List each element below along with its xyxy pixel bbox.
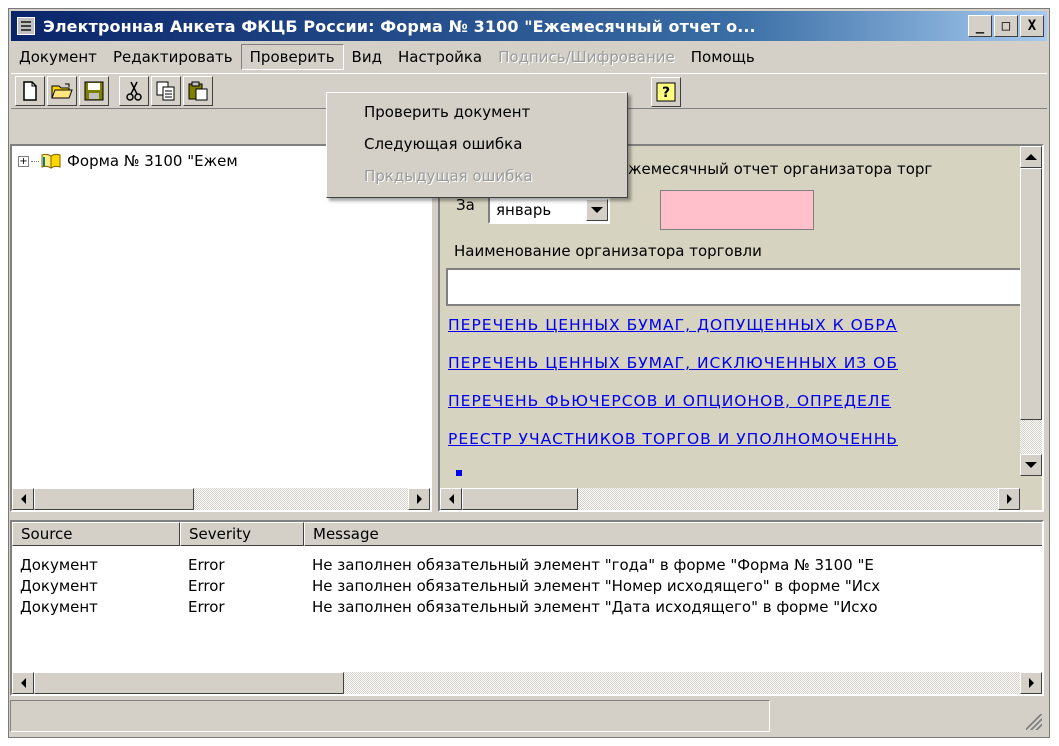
column-severity[interactable]: Severity — [180, 522, 304, 546]
message-severity: Error — [188, 577, 225, 595]
messages-hscrollbar[interactable] — [12, 672, 1042, 694]
messages-list: Source Severity Message Документ Error Н… — [10, 520, 1044, 696]
status-panel — [10, 700, 770, 732]
tree-root[interactable]: + Форма № 3100 "Ежем — [18, 152, 238, 170]
org-name-label: Наименование организатора торговли — [454, 242, 762, 260]
expand-icon[interactable]: + — [18, 155, 29, 167]
close-button[interactable]: X — [1020, 15, 1044, 37]
menu-item-check-document[interactable]: Проверить документ — [364, 103, 530, 121]
message-source: Документ — [20, 556, 98, 574]
form-heading: жемесячный отчет организатора торг — [628, 160, 933, 178]
link-futures-options[interactable]: ПЕРЕЧЕНЬ ФЬЮЧЕРСОВ И ОПЦИОНОВ, ОПРЕДЕЛЕ — [448, 392, 891, 410]
new-file-icon[interactable] — [15, 76, 45, 106]
menu-help[interactable]: Помощь — [683, 45, 763, 69]
column-source[interactable]: Source — [12, 522, 180, 546]
scroll-down-button[interactable] — [1020, 454, 1042, 476]
message-text: Не заполнен обязательный элемент "Номер … — [312, 577, 881, 595]
app-icon — [17, 17, 35, 35]
message-severity: Error — [188, 598, 225, 616]
menu-check[interactable]: Проверить — [240, 44, 344, 70]
open-folder-icon[interactable] — [47, 76, 77, 106]
message-severity: Error — [188, 556, 225, 574]
scroll-thumb[interactable] — [1020, 168, 1042, 420]
save-icon[interactable] — [79, 76, 109, 106]
year-field[interactable] — [660, 190, 814, 230]
scroll-thumb[interactable] — [34, 488, 194, 510]
scroll-left-button[interactable] — [440, 488, 462, 510]
window-title: Электронная Анкета ФКЦБ России: Форма № … — [43, 16, 756, 36]
scroll-thumb[interactable] — [34, 672, 344, 694]
menu-bar: Документ Редактировать Проверить Вид Нас… — [11, 43, 1047, 71]
maximize-button[interactable]: □ — [994, 15, 1018, 37]
scroll-left-button[interactable] — [12, 672, 34, 694]
book-icon — [41, 153, 61, 169]
check-menu-dropdown: Проверить документ Следующая ошибка Пркд… — [326, 92, 628, 198]
org-name-input[interactable] — [446, 268, 1034, 306]
scroll-left-button[interactable] — [12, 488, 34, 510]
svg-text:?: ? — [662, 85, 670, 101]
period-label: За — [456, 196, 475, 214]
scroll-up-button[interactable] — [1020, 146, 1042, 168]
menu-sign-encrypt: Подпись/Шифрование — [498, 48, 675, 66]
message-text: Не заполнен обязательный элемент "года" … — [312, 556, 874, 574]
scroll-right-button[interactable] — [1020, 672, 1042, 694]
window-controls: _ □ X — [968, 15, 1044, 37]
message-source: Документ — [20, 577, 98, 595]
tree-root-label: Форма № 3100 "Ежем — [67, 152, 238, 170]
month-value: январь — [496, 201, 552, 219]
menu-settings[interactable]: Настройка — [390, 45, 490, 69]
tree-pane: + Форма № 3100 "Ежем — [10, 144, 432, 512]
copy-icon[interactable] — [151, 76, 181, 106]
link-participants-registry[interactable]: РЕЕСТР УЧАСТНИКОВ ТОРГОВ И УПОЛНОМОЧЕННЬ — [448, 430, 898, 448]
messages-header: Source Severity Message — [12, 522, 1042, 546]
message-source: Документ — [20, 598, 98, 616]
message-row[interactable]: Документ Error Не заполнен обязательный … — [12, 577, 1042, 597]
help-icon[interactable]: ? — [651, 77, 681, 107]
form-hscrollbar[interactable] — [440, 488, 1020, 510]
column-message[interactable]: Message — [304, 522, 1042, 546]
menu-document[interactable]: Документ — [11, 45, 105, 69]
link-excluded-securities[interactable]: ПЕРЕЧЕНЬ ЦЕННЫХ БУМАГ, ИСКЛЮЧЕННЫХ ИЗ ОБ — [448, 354, 898, 372]
form-pane: жемесячный отчет организатора торг За ян… — [438, 144, 1044, 512]
partial-link — [454, 468, 494, 476]
form-vscrollbar[interactable] — [1020, 146, 1042, 476]
resize-grip-icon[interactable] — [1026, 714, 1042, 730]
scroll-right-button[interactable] — [998, 488, 1020, 510]
cut-icon[interactable] — [119, 76, 149, 106]
chevron-down-icon[interactable] — [586, 199, 608, 221]
tree-hscrollbar[interactable] — [12, 488, 430, 510]
menu-item-next-error[interactable]: Следующая ошибка — [364, 135, 522, 153]
month-select[interactable]: январь — [488, 196, 610, 224]
scroll-right-button[interactable] — [408, 488, 430, 510]
message-row[interactable]: Документ Error Не заполнен обязательный … — [12, 556, 1042, 576]
menu-view[interactable]: Вид — [344, 45, 390, 69]
link-admitted-securities[interactable]: ПЕРЕЧЕНЬ ЦЕННЫХ БУМАГ, ДОПУЩЕННЫХ К ОБРА — [448, 316, 897, 334]
message-text: Не заполнен обязательный элемент "Дата и… — [312, 598, 878, 616]
message-row[interactable]: Документ Error Не заполнен обязательный … — [12, 598, 1042, 618]
menu-edit[interactable]: Редактировать — [105, 45, 241, 69]
scroll-thumb[interactable] — [462, 488, 578, 510]
status-bar — [10, 698, 1044, 734]
menu-item-previous-error: Пркдыдущая ошибка — [364, 167, 533, 185]
paste-icon[interactable] — [183, 76, 213, 106]
title-bar[interactable]: Электронная Анкета ФКЦБ России: Форма № … — [11, 11, 1047, 41]
minimize-button[interactable]: _ — [968, 15, 992, 37]
